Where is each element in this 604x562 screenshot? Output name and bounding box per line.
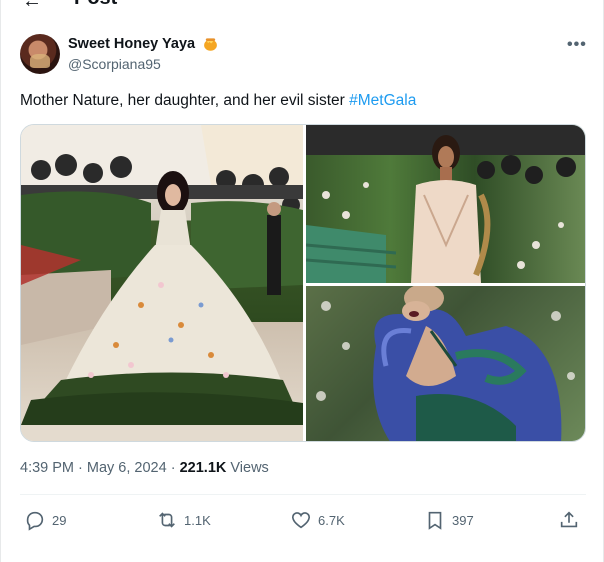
page-title: Post	[74, 0, 117, 10]
more-dots-icon[interactable]: •••	[567, 36, 587, 54]
author-handle[interactable]: @Scorpiana95	[68, 56, 161, 72]
reply-icon	[26, 511, 44, 531]
bookmark-count: 397	[452, 512, 474, 528]
views-count: 221.1K	[179, 460, 227, 476]
reply-count: 29	[52, 512, 67, 528]
like-count: 6.7K	[318, 512, 345, 528]
photo-floral-gown[interactable]	[21, 125, 303, 441]
bookmark-button[interactable]: 397	[424, 508, 474, 532]
divider	[20, 494, 586, 495]
hashtag-link[interactable]: #MetGala	[349, 92, 416, 109]
media-grid	[20, 124, 586, 442]
tweet-body: Mother Nature, her daughter, and her evi…	[20, 92, 350, 109]
photo-blue-gown[interactable]	[306, 286, 585, 441]
corset-gown-illustration	[306, 125, 585, 283]
share-icon	[560, 511, 578, 528]
repost-button[interactable]: 1.1K	[156, 508, 211, 532]
tweet-text: Mother Nature, her daughter, and her evi…	[20, 92, 416, 110]
avatar[interactable]	[20, 34, 60, 74]
back-arrow-icon[interactable]: ←	[22, 0, 42, 10]
heart-icon	[291, 512, 311, 529]
reply-button[interactable]: 29	[24, 508, 66, 532]
share-button[interactable]	[558, 508, 580, 532]
top-bar: ← Post	[0, 0, 604, 10]
repost-count: 1.1K	[184, 512, 211, 528]
repost-icon	[159, 512, 175, 528]
bookmark-icon	[428, 511, 442, 530]
meta-separator: ·	[74, 460, 87, 476]
floral-gown-illustration	[21, 125, 303, 441]
post-time[interactable]: 4:39 PM	[20, 460, 74, 476]
blue-gown-illustration	[316, 286, 575, 441]
like-button[interactable]: 6.7K	[290, 508, 345, 532]
author-name[interactable]: Sweet Honey Yaya	[68, 36, 195, 52]
post-date[interactable]: May 6, 2024	[87, 460, 167, 476]
post-meta: 4:39 PM · May 6, 2024 · 221.1K Views	[20, 460, 269, 476]
views-label: Views	[226, 460, 269, 476]
meta-separator: ·	[166, 460, 180, 476]
photo-corset-gown[interactable]	[306, 125, 585, 283]
honeypot-emoji-icon	[204, 38, 217, 51]
